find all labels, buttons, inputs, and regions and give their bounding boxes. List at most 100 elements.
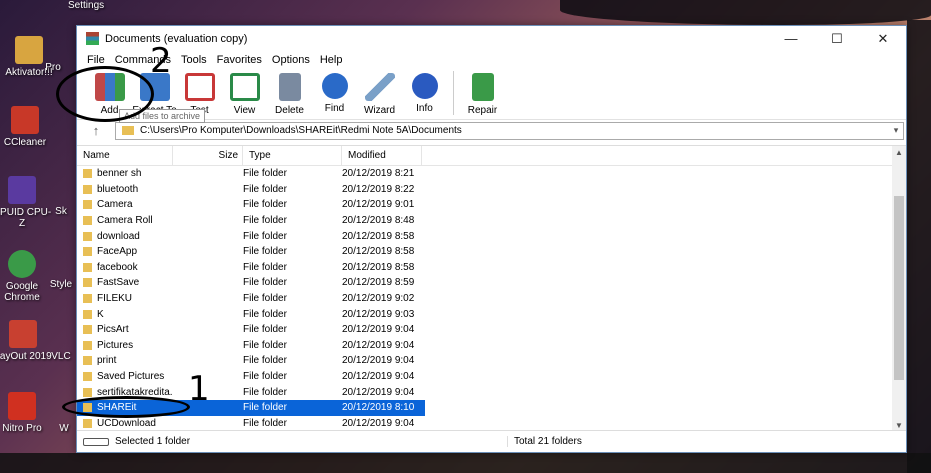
scroll-down-icon[interactable]: ▼ (892, 421, 906, 430)
title-bar[interactable]: Documents (evaluation copy) — ☐ ✕ (77, 26, 906, 51)
table-row[interactable]: FaceApp File folder 20/12/2019 8:58 (77, 244, 906, 260)
file-name: facebook (97, 261, 138, 273)
file-modified: 20/12/2019 9:04 (342, 355, 415, 367)
file-name-cell: FaceApp (77, 246, 173, 257)
file-name: FILEKU (97, 293, 133, 305)
desktop-partial-label: W (59, 423, 69, 434)
table-row[interactable]: Camera File folder 20/12/2019 9:01 (77, 197, 906, 213)
file-type: File folder (243, 215, 287, 227)
scroll-up-icon[interactable]: ▲ (892, 148, 906, 157)
column-modified[interactable]: Modified (342, 145, 422, 166)
maximize-button[interactable]: ☐ (814, 26, 860, 51)
desktop-icon-label: Google Chrome (4, 281, 40, 303)
vertical-scrollbar[interactable]: ▲ ▼ (892, 146, 906, 432)
file-name-cell: Camera Roll (77, 215, 173, 226)
repair-button[interactable]: Repair (460, 71, 505, 117)
folder-icon (83, 247, 92, 257)
table-row[interactable]: FILEKU File folder 20/12/2019 9:02 (77, 291, 906, 307)
menu-tools[interactable]: Tools (176, 54, 212, 66)
column-size[interactable]: Size (173, 145, 243, 166)
toolbar-label: Find (324, 103, 345, 114)
desktop-icon-nitro[interactable]: Nitro Pro (0, 392, 52, 434)
table-row[interactable]: Pictures File folder 20/12/2019 9:04 (77, 338, 906, 354)
info-icon (411, 73, 438, 99)
file-type: File folder (243, 199, 287, 211)
folder-icon (83, 231, 92, 241)
scrollbar-thumb[interactable] (894, 196, 904, 380)
file-modified: 20/12/2019 9:04 (342, 371, 415, 383)
file-name-cell: UCDownload (77, 418, 173, 429)
file-modified: 20/12/2019 8:58 (342, 261, 415, 273)
file-modified: 20/12/2019 9:04 (342, 417, 415, 429)
table-row[interactable]: Camera Roll File folder 20/12/2019 8:48 (77, 213, 906, 229)
close-button[interactable]: ✕ (860, 26, 906, 51)
table-row[interactable]: FastSave File folder 20/12/2019 8:59 (77, 275, 906, 291)
folder-icon (83, 372, 92, 382)
table-row[interactable]: UCDownload File folder 20/12/2019 9:04 (77, 416, 906, 432)
toolbar-separator (453, 71, 454, 115)
desktop-icon-label: LayOut 2019 (0, 351, 52, 362)
annotation-number-one: 1 (188, 369, 210, 409)
folder-icon (83, 184, 92, 194)
repair-icon (471, 73, 494, 101)
file-name: FaceApp (97, 246, 138, 258)
view-button[interactable]: View (222, 71, 267, 117)
file-name-cell: facebook (77, 262, 173, 273)
minimize-button[interactable]: — (768, 26, 814, 51)
file-type: File folder (243, 339, 287, 351)
table-row[interactable]: print File folder 20/12/2019 9:04 (77, 353, 906, 369)
folder-icon (83, 340, 92, 350)
aktivator-icon (15, 36, 43, 64)
folder-icon (122, 126, 134, 135)
info-button[interactable]: Info (402, 71, 447, 117)
file-name: bluetooth (97, 183, 139, 195)
file-modified: 20/12/2019 8:59 (342, 277, 415, 289)
file-type: File folder (243, 386, 287, 398)
table-row[interactable]: PicsArt File folder 20/12/2019 9:04 (77, 322, 906, 338)
folder-icon (83, 418, 92, 428)
file-name-cell: FILEKU (77, 293, 173, 304)
table-row[interactable]: K File folder 20/12/2019 9:03 (77, 306, 906, 322)
file-name-cell: Pictures (77, 340, 173, 351)
file-name: Saved Pictures (97, 371, 165, 383)
delete-button[interactable]: Delete (267, 71, 312, 117)
file-modified: 20/12/2019 9:04 (342, 339, 415, 351)
annotation-circle-add (56, 66, 154, 122)
table-row[interactable]: facebook File folder 20/12/2019 8:58 (77, 260, 906, 276)
file-name: Pictures (97, 339, 134, 351)
wizard-button[interactable]: Wizard (357, 71, 402, 117)
find-button[interactable]: Find (312, 71, 357, 117)
folder-icon (83, 387, 92, 397)
drive-icon[interactable] (83, 437, 109, 446)
toolbar-label: View (233, 105, 256, 116)
column-name[interactable]: Name (77, 145, 173, 166)
column-header-row: Name Size Type Modified (77, 145, 906, 166)
file-name: print (97, 355, 117, 367)
column-type[interactable]: Type (243, 145, 342, 166)
path-field[interactable]: C:\Users\Pro Komputer\Downloads\SHAREit\… (115, 121, 904, 140)
file-modified: 20/12/2019 8:21 (342, 168, 415, 180)
desktop-icon-label: CCleaner (3, 137, 47, 148)
menu-favorites[interactable]: Favorites (212, 54, 267, 66)
menu-file[interactable]: File (82, 54, 110, 66)
menu-options[interactable]: Options (267, 54, 315, 66)
table-row[interactable]: download File folder 20/12/2019 8:58 (77, 228, 906, 244)
desktop-icon-chrome[interactable]: Google Chrome (0, 250, 52, 303)
desktop-icon-ccleaner[interactable]: CCleaner (0, 106, 58, 148)
table-row[interactable]: benner sh File folder 20/12/2019 8:21 (77, 166, 906, 182)
file-type: File folder (243, 246, 287, 258)
file-modified: 20/12/2019 8:10 (342, 402, 415, 414)
chevron-down-icon[interactable]: ▾ (889, 125, 903, 136)
desktop-icon-cpuz[interactable]: CPUID CPU-Z (0, 176, 52, 229)
toolbar-label: Wizard (363, 105, 396, 116)
toolbar-label: Info (416, 103, 433, 114)
toolbar-label: Repair (467, 105, 498, 116)
up-arrow-icon[interactable]: ↑ (77, 123, 115, 138)
annotation-number-two: 2 (150, 41, 172, 81)
desktop-icon-label: Nitro Pro (2, 423, 42, 434)
desktop-settings-label: Settings (68, 0, 105, 11)
file-type: File folder (243, 277, 287, 289)
table-row[interactable]: bluetooth File folder 20/12/2019 8:22 (77, 182, 906, 198)
menu-help[interactable]: Help (315, 54, 348, 66)
folder-icon (83, 325, 92, 335)
